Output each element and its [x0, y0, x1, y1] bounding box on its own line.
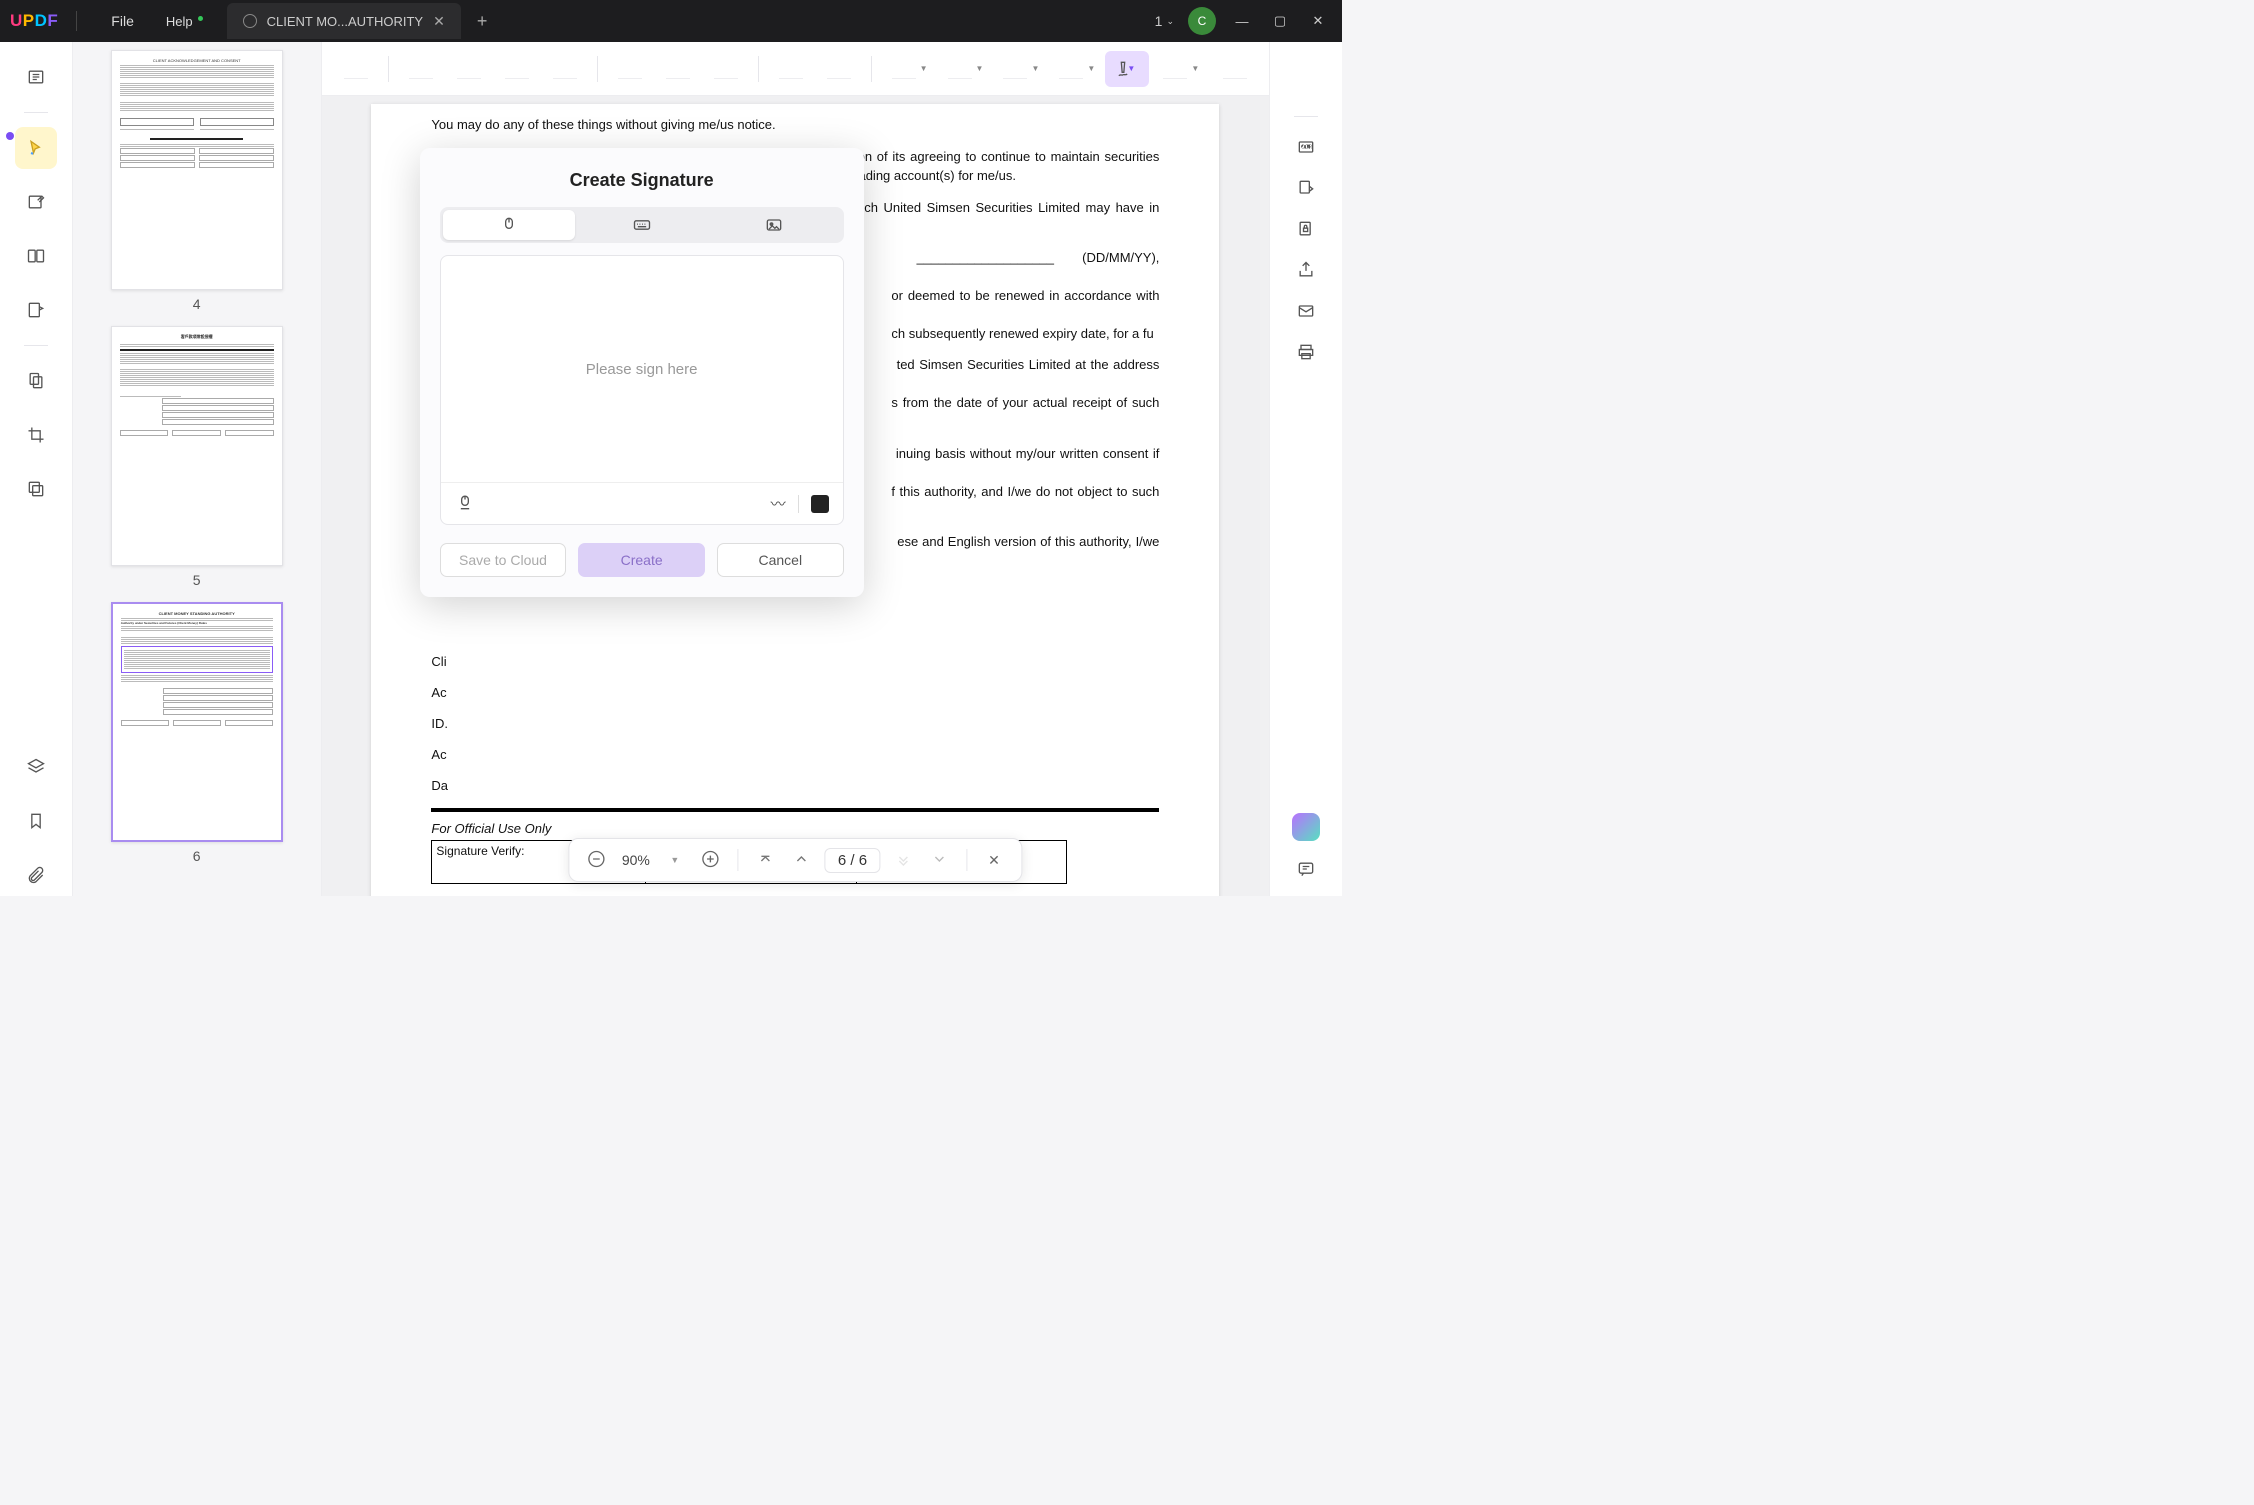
thumbnail-panel: CLIENT ACKNOWLEDGEMENT AND CONSENT 4 客戶款… — [73, 42, 322, 896]
document-tab[interactable]: CLIENT MO...AUTHORITY ✕ — [227, 3, 461, 39]
email-button[interactable] — [1296, 301, 1316, 324]
close-nav-button[interactable]: ✕ — [981, 852, 1007, 869]
redact-button[interactable] — [15, 468, 57, 510]
thumbnail-number-6: 6 — [193, 848, 201, 864]
ocr-button[interactable]: OCR — [1296, 137, 1316, 160]
convert-button[interactable] — [1296, 178, 1316, 201]
pencil-tool[interactable] — [769, 51, 813, 87]
window-minimize[interactable]: — — [1230, 14, 1254, 29]
tab-label: CLIENT MO...AUTHORITY — [267, 14, 424, 29]
signature-canvas-container: Please sign here 〰 — [440, 255, 844, 525]
doc-field-label: Ac — [431, 684, 1159, 703]
page-layout-button[interactable] — [15, 235, 57, 277]
update-dot-icon — [198, 16, 203, 21]
underline-tool[interactable] — [495, 51, 539, 87]
page-navigation-bar: 90% ▼ 6 / 6 ✕ — [569, 838, 1022, 882]
thumbnail-page-4[interactable]: CLIENT ACKNOWLEDGEMENT AND CONSENT — [111, 50, 283, 290]
thumbnail-page-5[interactable]: 客戶款項常設授權 — [111, 326, 283, 566]
zoom-level[interactable]: 90% — [620, 852, 652, 868]
comment-mode-button[interactable] — [15, 127, 57, 169]
left-tool-rail — [0, 42, 73, 896]
doc-field-label: Da — [431, 777, 1159, 796]
attachment-button[interactable] — [15, 854, 57, 896]
notification-dot — [6, 132, 14, 140]
shape-tool[interactable]: ▼ — [882, 51, 934, 87]
print-button[interactable] — [1296, 342, 1316, 365]
doc-field-label: Cli — [431, 653, 1159, 672]
signature-method-tabs — [440, 207, 844, 243]
menu-file[interactable]: File — [95, 13, 150, 29]
last-page-button[interactable] — [926, 851, 952, 870]
organize-pages-button[interactable] — [15, 360, 57, 402]
protect-button[interactable] — [1296, 219, 1316, 242]
save-to-cloud-button[interactable]: Save to Cloud — [440, 543, 567, 577]
create-signature-dialog: Create Signature Please sign here 〰 — [420, 148, 864, 597]
cancel-button[interactable]: Cancel — [717, 543, 844, 577]
stroke-color-button[interactable] — [811, 495, 829, 513]
zoom-in-button[interactable] — [698, 849, 724, 872]
tab-keyboard-type[interactable] — [575, 210, 708, 240]
zoom-out-button[interactable] — [584, 849, 610, 872]
first-page-button[interactable] — [753, 851, 779, 870]
user-avatar[interactable]: C — [1188, 7, 1216, 35]
window-maximize[interactable]: ▢ — [1268, 13, 1292, 29]
svg-text:OCR: OCR — [1301, 145, 1313, 151]
official-use-header: For Official Use Only — [431, 820, 1159, 839]
crop-button[interactable] — [15, 414, 57, 456]
sticker-tool[interactable]: ▼ — [993, 51, 1045, 87]
window-close[interactable]: ✕ — [1306, 13, 1330, 29]
signature-canvas[interactable]: Please sign here — [441, 256, 843, 482]
thumbnail-number-4: 4 — [193, 296, 201, 312]
bookmark-button[interactable] — [15, 800, 57, 842]
create-button[interactable]: Create — [578, 543, 705, 577]
dialog-title: Create Signature — [440, 170, 844, 191]
annotation-toolbar: ▼ ▼ ▼ ▼ ▼ ▼ — [322, 42, 1270, 96]
textbox-tool[interactable] — [656, 51, 700, 87]
doc-paragraph: You may do any of these things without g… — [431, 116, 1159, 135]
titlebar: UPDF File Help CLIENT MO...AUTHORITY ✕ +… — [0, 0, 1342, 42]
tab-doc-icon — [243, 14, 257, 28]
doc-field-label: Ac — [431, 746, 1159, 765]
trackpad-toggle[interactable] — [455, 492, 475, 515]
page-indicator[interactable]: 6 / 6 — [825, 848, 880, 873]
menu-help[interactable]: Help — [150, 14, 209, 29]
close-tab-icon[interactable]: ✕ — [433, 13, 445, 30]
doc-field-label: ID. — [431, 715, 1159, 734]
form-mode-button[interactable] — [15, 289, 57, 331]
thumbnail-number-5: 5 — [193, 572, 201, 588]
stamp-tool[interactable]: ▼ — [938, 51, 990, 87]
stamp-approval-tool[interactable]: ▼ — [1049, 51, 1101, 87]
squiggly-tool[interactable] — [543, 51, 587, 87]
note-tool[interactable] — [334, 51, 378, 87]
search-button[interactable] — [1213, 51, 1257, 87]
strikethrough-tool[interactable] — [447, 51, 491, 87]
next-page-button[interactable] — [890, 851, 916, 870]
layers-button[interactable] — [15, 746, 57, 788]
stroke-width-button[interactable]: 〰 — [771, 493, 786, 514]
signature-tool[interactable]: ▼ — [1105, 51, 1149, 87]
thumbnail-page-6[interactable]: CLIENT MONEY STANDING AUTHORITY Authorit… — [111, 602, 283, 842]
tab-count[interactable]: 1⌄ — [1155, 13, 1174, 29]
new-tab-button[interactable]: + — [477, 11, 488, 32]
callout-tool[interactable] — [704, 51, 748, 87]
zoom-dropdown[interactable]: ▼ — [662, 855, 688, 865]
measure-tool[interactable]: ▼ — [1153, 51, 1205, 87]
highlight-tool[interactable] — [399, 51, 443, 87]
right-tool-rail: OCR — [1269, 42, 1342, 896]
app-logo: UPDF — [10, 11, 58, 31]
text-tool[interactable] — [608, 51, 652, 87]
edit-mode-button[interactable] — [15, 181, 57, 223]
chat-button[interactable] — [1296, 859, 1316, 882]
eraser-tool[interactable] — [817, 51, 861, 87]
reader-mode-button[interactable] — [15, 56, 57, 98]
tab-image-upload[interactable] — [708, 210, 841, 240]
prev-page-button[interactable] — [789, 851, 815, 870]
share-button[interactable] — [1296, 260, 1316, 283]
tab-mouse-draw[interactable] — [443, 210, 576, 240]
ai-assistant-button[interactable] — [1292, 813, 1320, 841]
